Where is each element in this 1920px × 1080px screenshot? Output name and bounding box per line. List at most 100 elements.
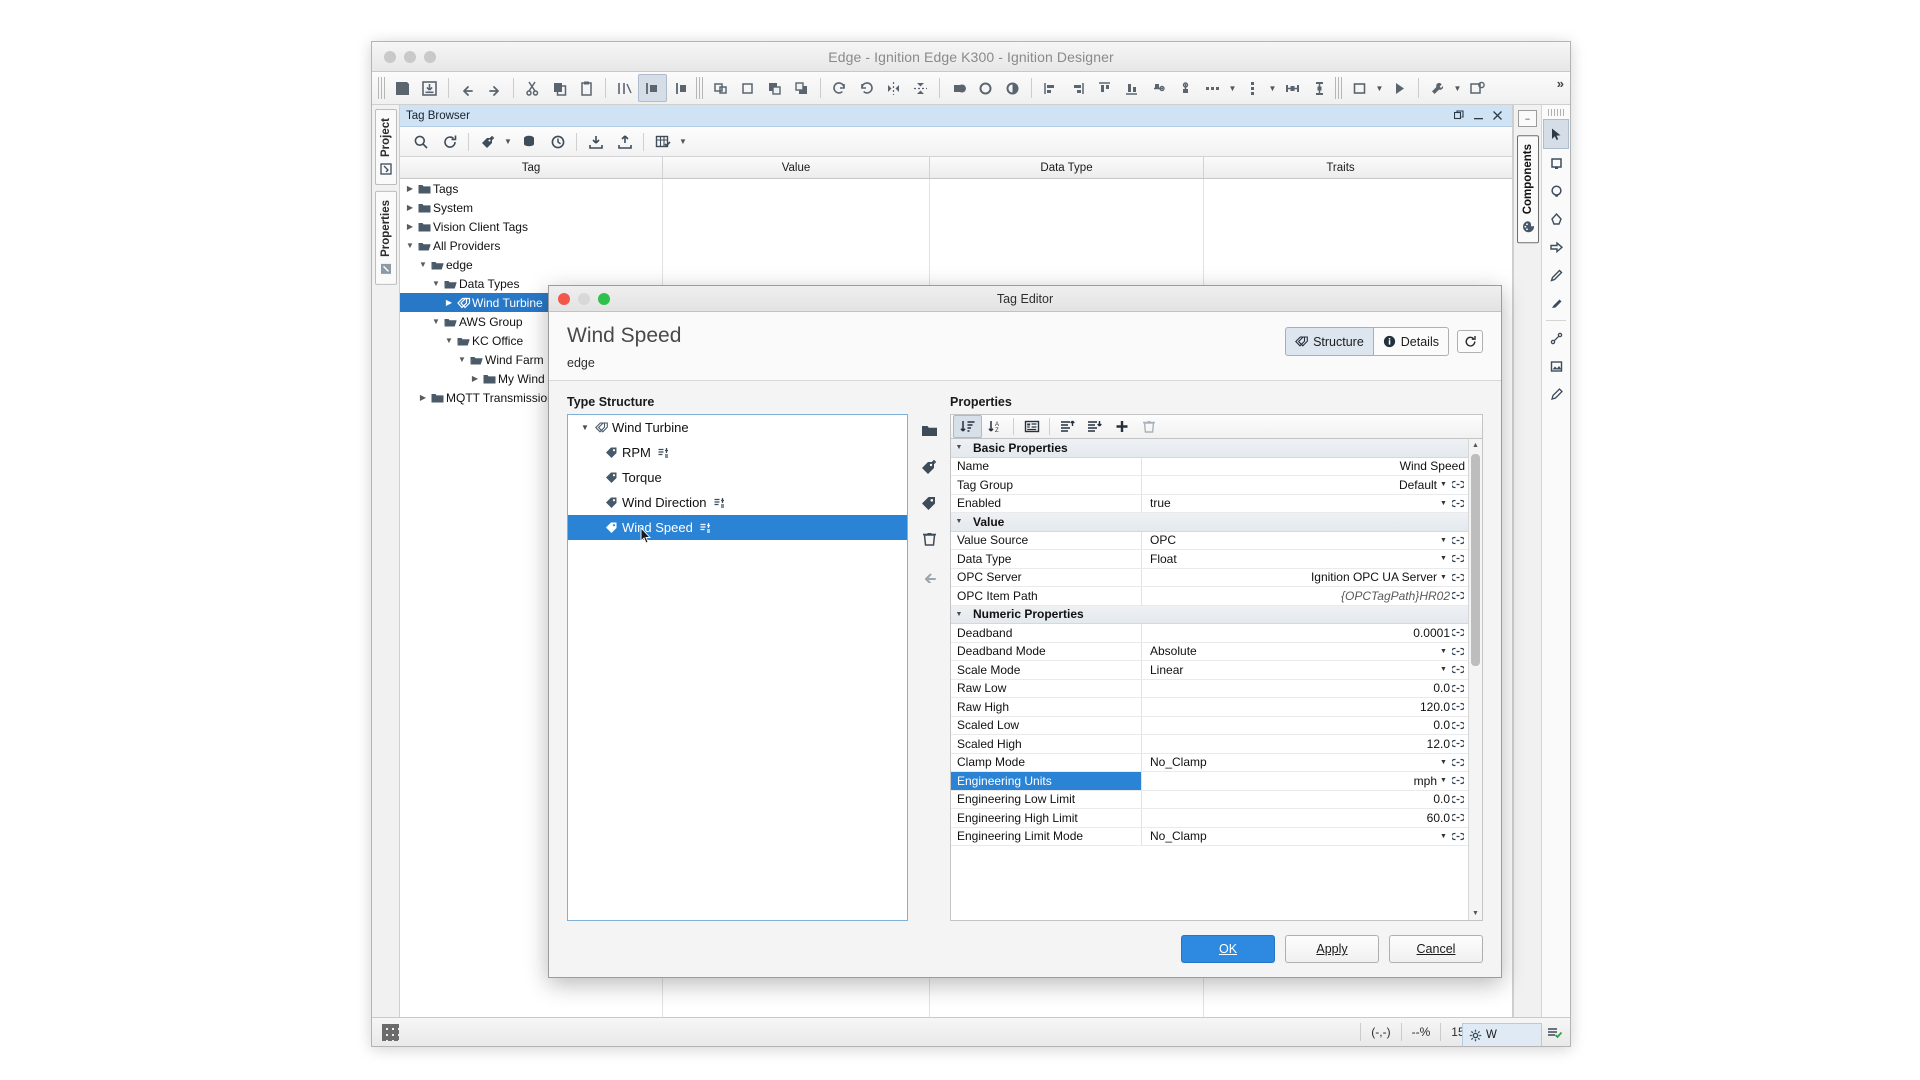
property-row-scale-mode[interactable]: Scale Mode Linear ▼ bbox=[951, 661, 1468, 680]
property-value-cell[interactable]: 0.0 bbox=[1141, 716, 1468, 735]
property-row-engineering-low-limit[interactable]: Engineering Low Limit 0.0 bbox=[951, 790, 1468, 810]
tag-tree-row[interactable]: ▼ edge bbox=[400, 255, 662, 274]
revert-icon[interactable] bbox=[916, 563, 942, 587]
property-row-engineering-units[interactable]: Engineering Units mph ▼ bbox=[951, 772, 1468, 791]
categorize-icon[interactable] bbox=[1018, 416, 1045, 437]
type-node-wind-turbine[interactable]: ▼ Wind Turbine bbox=[568, 415, 907, 440]
property-value-cell[interactable]: 120.0 bbox=[1141, 698, 1468, 716]
chevron-down-icon[interactable]: ▼ bbox=[1373, 75, 1386, 101]
tab-components[interactable]: Components bbox=[1516, 135, 1539, 244]
chevron-down-icon[interactable]: ▼ bbox=[951, 444, 967, 451]
window-traffic-lights[interactable] bbox=[384, 50, 436, 63]
properties-scrollbar[interactable]: ▲ ▼ bbox=[1468, 439, 1482, 920]
undo-icon[interactable] bbox=[454, 75, 481, 101]
add-icon[interactable] bbox=[1108, 416, 1135, 437]
binding-link-icon[interactable] bbox=[1450, 554, 1465, 563]
redo-icon[interactable] bbox=[481, 75, 508, 101]
database-icon[interactable] bbox=[514, 130, 543, 154]
chevron-down-icon[interactable]: ▼ bbox=[951, 611, 967, 618]
shape-subtract-icon[interactable] bbox=[972, 75, 999, 101]
script-config-icon[interactable] bbox=[1464, 75, 1491, 101]
minimize-icon[interactable] bbox=[1470, 108, 1487, 124]
property-row-enabled[interactable]: Enabled true ▼ bbox=[951, 494, 1468, 514]
delete-icon[interactable] bbox=[1135, 416, 1162, 437]
new-tag-icon[interactable] bbox=[916, 455, 942, 479]
chevron-down-icon[interactable]: ▼ bbox=[1437, 574, 1450, 581]
chevron-down-icon[interactable]: ▼ bbox=[1451, 75, 1464, 101]
chevron-down-icon[interactable]: ▼ bbox=[443, 336, 455, 345]
binding-link-icon[interactable] bbox=[1450, 684, 1465, 693]
history-icon[interactable] bbox=[543, 130, 572, 154]
property-value-cell[interactable]: Ignition OPC UA Server ▼ bbox=[1141, 568, 1468, 587]
rotate-cw-icon[interactable] bbox=[826, 75, 853, 101]
property-value-cell[interactable]: 12.0 bbox=[1141, 735, 1468, 753]
refresh-icon[interactable] bbox=[435, 130, 464, 154]
toolstrip-grip[interactable] bbox=[1548, 109, 1564, 116]
property-row-opc-item-path[interactable]: OPC Item Path {OPCTagPath}HR02 bbox=[951, 587, 1468, 606]
group-icon[interactable] bbox=[707, 75, 734, 101]
chevron-down-icon[interactable]: ▼ bbox=[1437, 759, 1450, 766]
align-right-icon[interactable] bbox=[1064, 75, 1091, 101]
align-middle-icon[interactable] bbox=[1172, 75, 1199, 101]
property-value-cell[interactable]: 60.0 bbox=[1141, 809, 1468, 827]
chevron-right-icon[interactable]: ▶ bbox=[469, 374, 481, 383]
binding-link-icon[interactable] bbox=[1450, 776, 1465, 785]
type-node-wind-speed[interactable]: Wind Speed bbox=[568, 515, 907, 541]
property-value-cell[interactable]: Absolute ▼ bbox=[1141, 642, 1468, 661]
arrow-shape-icon[interactable] bbox=[1544, 233, 1568, 261]
toolbar-overflow-button[interactable]: » bbox=[1557, 76, 1564, 91]
chevron-down-icon[interactable]: ▼ bbox=[1226, 75, 1239, 101]
wrench-icon[interactable] bbox=[1424, 75, 1451, 101]
grid-icon[interactable] bbox=[382, 1023, 399, 1041]
import-icon[interactable] bbox=[581, 130, 610, 154]
tag-tree-row[interactable]: ▼ All Providers bbox=[400, 236, 662, 255]
rotate-ccw-icon[interactable] bbox=[853, 75, 880, 101]
close-button[interactable] bbox=[384, 50, 396, 63]
property-group-basic[interactable]: ▼ Basic Properties bbox=[951, 439, 1468, 458]
column-header-data-type[interactable]: Data Type bbox=[930, 157, 1204, 178]
property-row-name[interactable]: Name Wind Speed bbox=[951, 457, 1468, 477]
tag-tree-row[interactable]: ▶ Vision Client Tags bbox=[400, 217, 662, 236]
minimize-button[interactable] bbox=[404, 50, 416, 63]
chevron-down-icon[interactable]: ▼ bbox=[1437, 666, 1450, 673]
expand-all-icon[interactable] bbox=[1054, 416, 1081, 437]
chevron-down-icon[interactable]: ▼ bbox=[1437, 500, 1450, 507]
select-arrow-icon[interactable] bbox=[1543, 119, 1569, 149]
preview-play-icon[interactable] bbox=[1386, 75, 1413, 101]
cut-icon[interactable] bbox=[519, 75, 546, 101]
ellipse-icon[interactable] bbox=[1544, 177, 1568, 205]
chevron-right-icon[interactable]: ▶ bbox=[404, 203, 416, 212]
property-row-scaled-low[interactable]: Scaled Low 0.0 bbox=[951, 716, 1468, 736]
property-row-raw-high[interactable]: Raw High 120.0 bbox=[951, 698, 1468, 717]
property-value-cell[interactable]: 0.0 bbox=[1141, 790, 1468, 809]
property-row-deadband-mode[interactable]: Deadband Mode Absolute ▼ bbox=[951, 642, 1468, 662]
chevron-down-icon[interactable]: ▼ bbox=[430, 317, 442, 326]
binding-link-icon[interactable] bbox=[1450, 591, 1465, 600]
space-vertical-icon[interactable] bbox=[1239, 75, 1266, 101]
property-row-tag-group[interactable]: Tag Group Default ▼ bbox=[951, 476, 1468, 495]
column-header-tag[interactable]: Tag bbox=[400, 157, 663, 178]
align-vertical-icon[interactable] bbox=[638, 74, 667, 102]
binding-link-icon[interactable] bbox=[1450, 536, 1465, 545]
property-value-cell[interactable]: true ▼ bbox=[1141, 494, 1468, 513]
shape-union-icon[interactable] bbox=[945, 75, 972, 101]
pencil-tool-icon[interactable] bbox=[1544, 261, 1568, 289]
chevron-down-icon[interactable]: ▼ bbox=[1437, 555, 1450, 562]
property-row-data-type[interactable]: Data Type Float ▼ bbox=[951, 550, 1468, 569]
table-options-icon[interactable] bbox=[648, 130, 677, 154]
paint-tool-icon[interactable] bbox=[1544, 289, 1568, 317]
property-value-cell[interactable]: Wind Speed bbox=[1141, 457, 1468, 476]
chevron-right-icon[interactable]: ▶ bbox=[443, 298, 455, 307]
no-align-icon[interactable] bbox=[611, 75, 638, 101]
collapse-panel-button[interactable]: − bbox=[1518, 110, 1537, 127]
property-value-cell[interactable]: No_Clamp ▼ bbox=[1141, 827, 1468, 846]
chevron-down-icon[interactable]: ▼ bbox=[1437, 833, 1450, 840]
chevron-down-icon[interactable]: ▼ bbox=[677, 130, 689, 154]
chevron-down-icon[interactable]: ▼ bbox=[951, 518, 967, 525]
apply-button[interactable]: Apply bbox=[1285, 935, 1379, 963]
property-value-cell[interactable]: mph ▼ bbox=[1141, 772, 1468, 790]
tag-tree-row[interactable]: ▶ Tags bbox=[400, 179, 662, 198]
property-value-cell[interactable]: {OPCTagPath}HR02 bbox=[1141, 587, 1468, 605]
binding-link-icon[interactable] bbox=[1450, 665, 1465, 674]
close-icon[interactable] bbox=[1489, 108, 1506, 124]
